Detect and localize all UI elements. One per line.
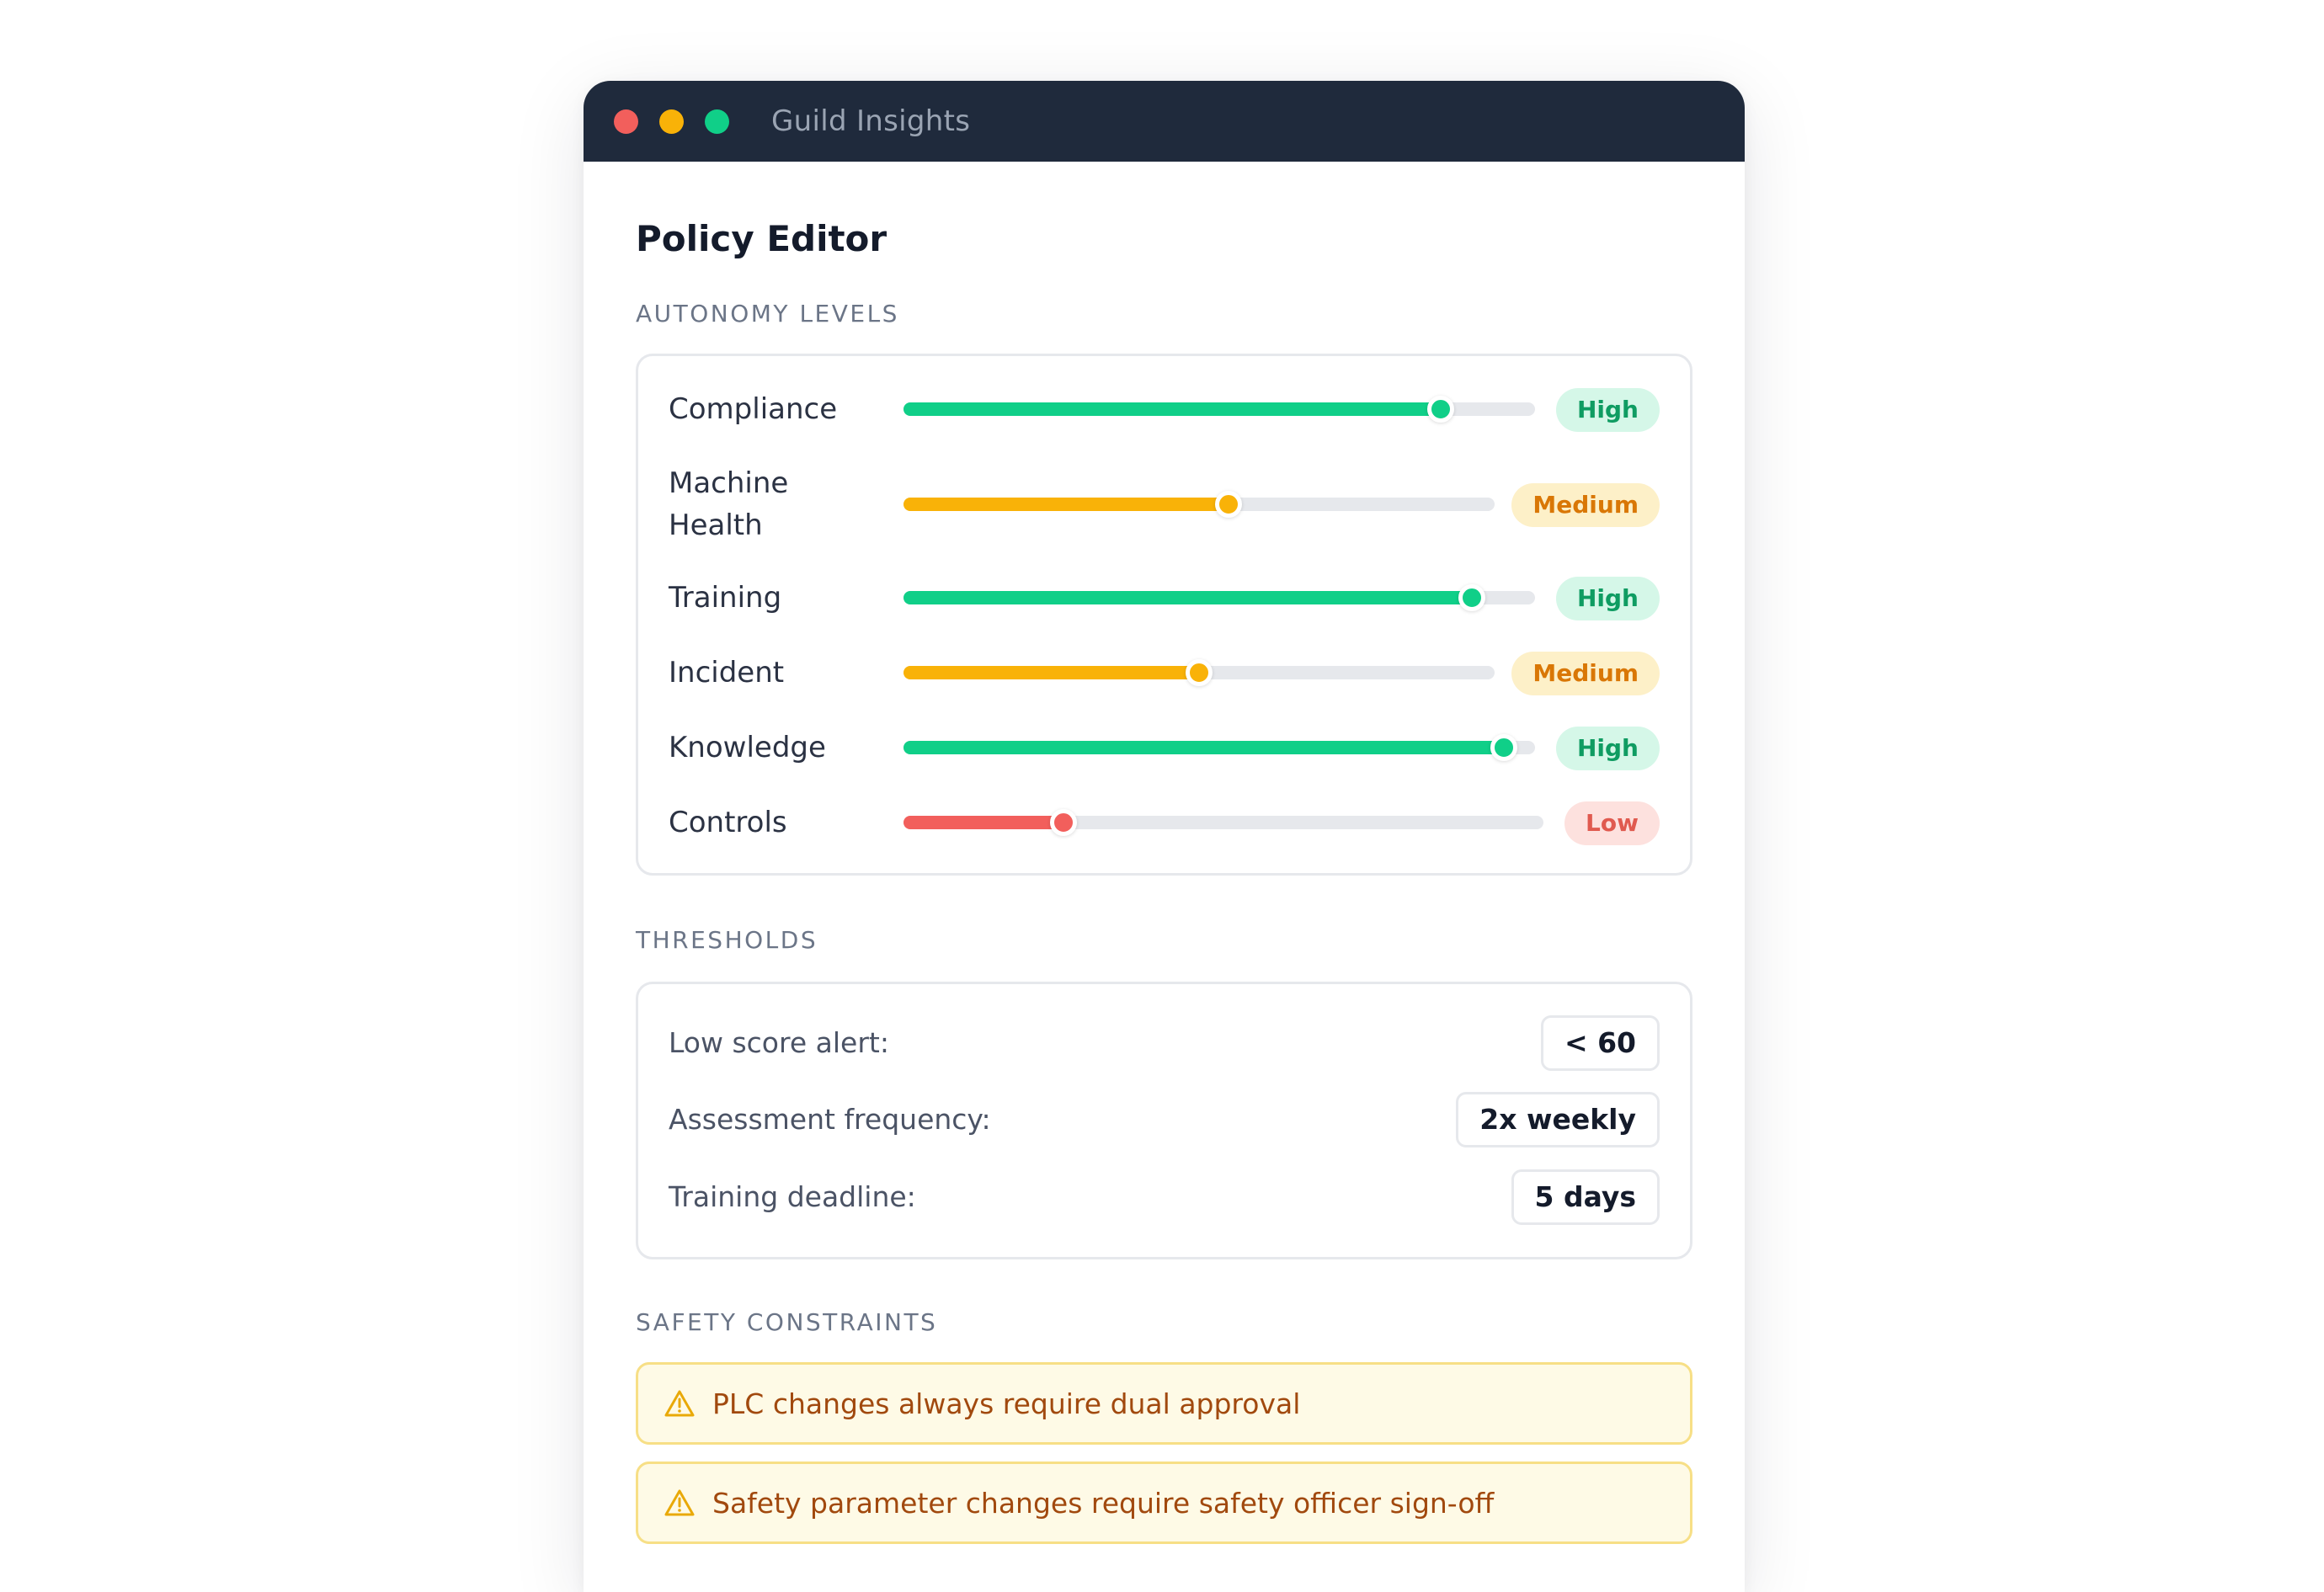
autonomy-slider[interactable]	[903, 809, 1543, 836]
autonomy-section-label: AUTONOMY LEVELS	[636, 300, 899, 327]
autonomy-slider[interactable]	[903, 491, 1495, 518]
thresholds-section-label: THRESHOLDS	[636, 926, 818, 954]
slider-thumb[interactable]	[1490, 734, 1517, 761]
slider-thumb[interactable]	[1215, 491, 1243, 518]
autonomy-label: Training	[669, 581, 782, 615]
app-window: Guild Insights Policy Editor AUTONOMY LE…	[584, 81, 1745, 1592]
window-title: Guild Insights	[771, 104, 971, 138]
slider-fill	[903, 666, 1199, 679]
autonomy-label: Controls	[669, 806, 787, 839]
autonomy-slider[interactable]	[903, 396, 1535, 423]
autonomy-slider[interactable]	[903, 734, 1535, 761]
autonomy-card: Compliance High Machine Health Medium Tr…	[636, 354, 1692, 876]
safety-section-label: SAFETY CONSTRAINTS	[636, 1308, 938, 1336]
threshold-label: Training deadline:	[669, 1180, 916, 1213]
autonomy-label: Compliance	[669, 392, 838, 426]
slider-fill	[903, 498, 1229, 511]
stage: Guild Insights Policy Editor AUTONOMY LE…	[0, 0, 2324, 1592]
autonomy-label: Incident	[669, 656, 785, 690]
autonomy-level-badge: High	[1555, 727, 1660, 770]
slider-thumb[interactable]	[1050, 809, 1077, 836]
threshold-row: Assessment frequency: 2x weekly	[669, 1092, 1660, 1147]
title-bar: Guild Insights	[584, 81, 1745, 162]
autonomy-slider[interactable]	[903, 659, 1495, 686]
threshold-value-field[interactable]: 5 days	[1511, 1169, 1660, 1225]
close-window-button[interactable]	[614, 109, 638, 134]
autonomy-label: Knowledge	[669, 731, 826, 764]
threshold-label: Assessment frequency:	[669, 1103, 991, 1136]
threshold-label: Low score alert:	[669, 1026, 889, 1059]
autonomy-level-badge: Medium	[1511, 652, 1660, 695]
autonomy-level-badge: High	[1555, 388, 1660, 432]
constraint-text: Safety parameter changes require safety …	[712, 1486, 1495, 1520]
safety-constraint: PLC changes always require dual approval	[636, 1362, 1692, 1445]
slider-thumb[interactable]	[1426, 396, 1454, 423]
thresholds-card: Low score alert: < 60 Assessment frequen…	[636, 982, 1692, 1259]
threshold-row: Training deadline: 5 days	[669, 1169, 1660, 1225]
slider-thumb[interactable]	[1458, 584, 1485, 611]
safety-constraint: Safety parameter changes require safety …	[636, 1462, 1692, 1544]
minimize-window-button[interactable]	[659, 109, 684, 134]
page-title: Policy Editor	[636, 218, 887, 259]
warning-icon	[664, 1390, 695, 1417]
autonomy-level-badge: High	[1555, 577, 1660, 620]
autonomy-level-badge: Medium	[1511, 483, 1660, 527]
slider-fill	[903, 741, 1504, 754]
slider-fill	[903, 816, 1063, 829]
autonomy-label: Machine Health	[669, 466, 789, 542]
maximize-window-button[interactable]	[705, 109, 729, 134]
slider-fill	[903, 402, 1441, 416]
slider-thumb[interactable]	[1186, 659, 1213, 686]
autonomy-slider[interactable]	[903, 584, 1535, 611]
autonomy-level-badge: Low	[1564, 801, 1660, 845]
constraint-text: PLC changes always require dual approval	[712, 1387, 1301, 1420]
slider-fill	[903, 591, 1472, 604]
warning-icon	[664, 1489, 695, 1516]
threshold-row: Low score alert: < 60	[669, 1015, 1660, 1071]
threshold-value-field[interactable]: < 60	[1540, 1015, 1660, 1071]
threshold-value-field[interactable]: 2x weekly	[1456, 1092, 1660, 1147]
main-content: Policy Editor AUTONOMY LEVELS Compliance…	[584, 217, 1745, 1544]
